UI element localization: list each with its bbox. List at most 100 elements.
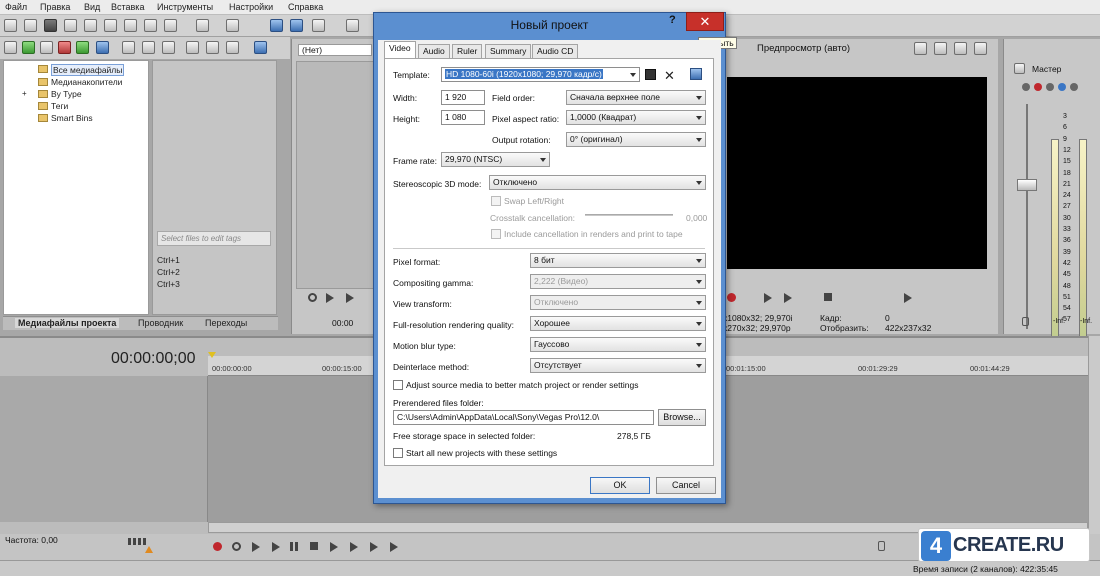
crosstalk-slider[interactable] (585, 214, 673, 216)
preview-settings-icon[interactable] (974, 42, 987, 55)
remove-unused-icon[interactable] (76, 41, 89, 54)
view-icon[interactable] (162, 41, 175, 54)
lock-icon[interactable] (878, 541, 885, 551)
adjust-source-checkbox[interactable] (393, 380, 403, 390)
play-from-start-icon[interactable] (252, 542, 260, 552)
tree-item-smart-bins[interactable]: Smart Bins (51, 113, 93, 123)
tree-item-all-media[interactable]: Все медиафайлы (51, 64, 125, 76)
get-media-web-icon[interactable] (58, 41, 71, 54)
tree-item-by-type[interactable]: By Type (51, 89, 82, 99)
normal-edit-tool-icon[interactable] (270, 19, 283, 32)
tab-audio-cd[interactable]: Audio CD (532, 44, 579, 58)
menu-help[interactable]: Справка (288, 2, 323, 12)
paste-icon[interactable] (164, 19, 177, 32)
new-project-icon[interactable] (4, 19, 17, 32)
pause-icon[interactable] (290, 542, 298, 551)
menu-settings[interactable]: Настройки (229, 2, 273, 12)
cut-icon[interactable] (124, 19, 137, 32)
prev-frame-icon[interactable] (370, 542, 378, 552)
height-input[interactable]: 1 080 (441, 110, 485, 125)
mute-icon[interactable] (1046, 83, 1054, 91)
record-icon[interactable] (727, 293, 736, 302)
width-input[interactable]: 1 920 (441, 90, 485, 105)
tab-summary[interactable]: Summary (485, 44, 532, 58)
properties-icon[interactable] (104, 19, 117, 32)
pixel-aspect-select[interactable]: 1,0000 (Квадрат) (566, 110, 706, 125)
rate-thumb-icon[interactable] (145, 546, 153, 553)
tab-explorer[interactable]: Проводник (138, 318, 183, 328)
properties-small-icon[interactable] (142, 41, 155, 54)
rate-slider[interactable] (128, 538, 148, 545)
match-media-settings-icon[interactable] (690, 68, 702, 80)
menu-edit[interactable]: Правка (40, 2, 70, 12)
open-icon[interactable] (24, 19, 37, 32)
tab-ruler[interactable]: Ruler (452, 44, 483, 58)
menu-view[interactable]: Вид (84, 2, 100, 12)
split-screen-icon[interactable] (914, 42, 927, 55)
redo-icon[interactable] (226, 19, 239, 32)
output-icon[interactable] (1070, 83, 1078, 91)
save-template-icon[interactable] (645, 69, 656, 80)
record-icon[interactable] (213, 542, 222, 551)
trimmer-source-select[interactable]: (Нет) (298, 44, 372, 56)
volume-fader[interactable] (1017, 179, 1037, 191)
play-icon[interactable] (764, 293, 772, 303)
motion-blur-select[interactable]: Гауссово (530, 337, 706, 352)
rendering-quality-select[interactable]: Хорошее (530, 316, 706, 331)
frame-rate-select[interactable]: 29,970 (NTSC) (441, 152, 550, 167)
selection-tool-icon[interactable] (312, 19, 325, 32)
tab-video[interactable]: Video (384, 41, 416, 58)
ok-button[interactable]: OK (590, 477, 650, 494)
output-rotation-select[interactable]: 0° (оригинал) (566, 132, 706, 147)
next-frame-icon[interactable] (904, 293, 912, 303)
media-fx-icon[interactable] (96, 41, 109, 54)
cursor-marker-icon[interactable] (208, 352, 216, 358)
views-icon[interactable] (254, 41, 267, 54)
save-as-icon[interactable] (64, 19, 77, 32)
lock-icon[interactable] (1022, 317, 1029, 326)
expand-icon[interactable]: + (22, 89, 27, 98)
import-media-icon[interactable] (4, 41, 17, 54)
render-icon[interactable] (84, 19, 97, 32)
stop-icon[interactable] (824, 293, 832, 301)
tab-project-media[interactable]: Медиафайлы проекта (15, 318, 120, 328)
snapping-icon[interactable] (346, 19, 359, 32)
menu-insert[interactable]: Вставка (111, 2, 144, 12)
swap-left-right-checkbox[interactable] (491, 196, 501, 206)
prerendered-folder-input[interactable]: C:\Users\Admin\AppData\Local\Sony\Vegas … (393, 410, 654, 425)
tree-item-tags[interactable]: Теги (51, 101, 68, 111)
cancel-button[interactable]: Cancel (656, 477, 716, 494)
preview-quality-select[interactable]: Предпросмотр (авто) (757, 43, 850, 54)
tab-transitions[interactable]: Переходы (205, 318, 247, 328)
fx-icon[interactable] (1022, 83, 1030, 91)
go-to-start-icon[interactable] (330, 542, 338, 552)
menu-file[interactable]: Файл (5, 2, 27, 12)
delete-template-icon[interactable]: ✕ (664, 68, 675, 84)
envelope-tool-icon[interactable] (290, 19, 303, 32)
preview-play-icon[interactable] (186, 41, 199, 54)
browse-button[interactable]: Browse... (658, 409, 706, 426)
tag-input[interactable]: Select files to edit tags (157, 231, 271, 246)
field-order-select[interactable]: Сначала верхнее поле (566, 90, 706, 105)
tree-item-media-storage[interactable]: Медианакопители (51, 77, 122, 87)
deinterlace-select[interactable]: Отсутствует (530, 358, 706, 373)
capture-icon[interactable] (22, 41, 35, 54)
overlays-icon[interactable] (954, 42, 967, 55)
get-media-icon[interactable] (40, 41, 53, 54)
copy-snapshot-icon[interactable] (934, 42, 947, 55)
timeline-vertical-scrollbar[interactable] (1088, 336, 1100, 534)
stereoscopic-select[interactable]: Отключено (489, 175, 706, 190)
help-button[interactable]: ? (669, 14, 676, 26)
stop-icon[interactable] (310, 542, 318, 550)
solo-icon[interactable] (1058, 83, 1066, 91)
play-icon[interactable] (326, 293, 334, 303)
include-cancellation-checkbox[interactable] (491, 229, 501, 239)
view-transform-select[interactable]: Отключено (530, 295, 706, 310)
play-from-start-icon[interactable] (346, 293, 354, 303)
play-icon[interactable] (272, 542, 280, 552)
play-from-start-icon[interactable] (784, 293, 792, 303)
loop-icon[interactable] (308, 293, 317, 302)
preview-stop-icon[interactable] (206, 41, 219, 54)
save-icon[interactable] (44, 19, 57, 32)
tab-audio[interactable]: Audio (418, 44, 450, 58)
